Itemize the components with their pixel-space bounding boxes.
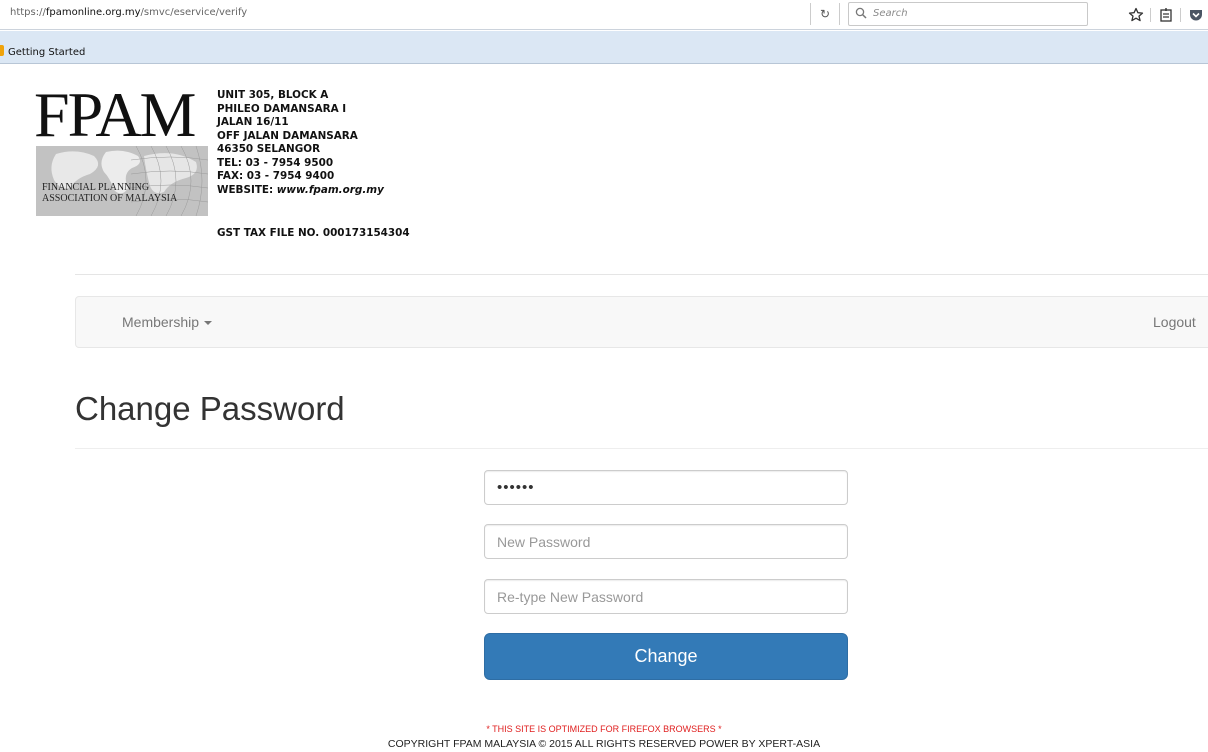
bookmarks-bar: Getting Started <box>0 31 1208 64</box>
new-password-input[interactable] <box>484 524 848 559</box>
bookmark-folder-icon <box>0 45 4 56</box>
world-map-graphic <box>36 146 208 216</box>
browser-toolbar: https://fpamonline.org.my/smvc/eservice/… <box>0 0 1208 30</box>
address-line: PHILEO DAMANSARA I <box>217 102 347 115</box>
current-password-input[interactable] <box>484 470 848 505</box>
logo-subtitle-line2: ASSOCIATION OF MALAYSIA <box>42 193 178 204</box>
reload-button[interactable]: ↻ <box>810 3 840 25</box>
bookmark-label: Getting Started <box>8 47 86 58</box>
logo-subtitle-line1: FINANCIAL PLANNING <box>42 182 150 193</box>
address-bar[interactable]: https://fpamonline.org.my/smvc/eservice/… <box>10 7 247 18</box>
search-icon <box>855 7 867 19</box>
website-line: WEBSITE: www.fpam.org.my <box>217 184 384 198</box>
address-block: UNIT 305, BLOCK A PHILEO DAMANSARA I JAL… <box>217 89 384 197</box>
page-title: Change Password <box>75 390 345 427</box>
change-password-button[interactable]: Change <box>484 633 848 680</box>
caret-down-icon <box>204 321 213 325</box>
nav-membership-label: Membership <box>122 314 200 330</box>
title-divider <box>75 448 1208 449</box>
search-placeholder: Search <box>873 8 908 19</box>
fpam-logo: FPAM FINANCIAL PLANNING ASSOCIATION OF M… <box>34 79 210 218</box>
browser-notice: * THIS SITE IS OPTIMIZED FOR FIREFOX BRO… <box>486 724 722 734</box>
nav-logout-link[interactable]: Logout <box>1153 314 1196 330</box>
address-line: UNIT 305, BLOCK A <box>217 89 329 101</box>
pocket-icon[interactable] <box>1188 7 1204 23</box>
reload-icon: ↻ <box>819 7 831 21</box>
url-scheme: https:// <box>10 7 46 18</box>
fax-line: FAX: 03 - 7954 9400 <box>217 170 335 182</box>
address-line: JALAN 16/11 <box>217 116 289 128</box>
main-navbar: Membership Logout <box>75 296 1208 348</box>
logo-wordmark: FPAM <box>34 79 196 150</box>
url-host: fpamonline.org.my <box>45 7 141 18</box>
reading-list-icon[interactable] <box>1158 7 1174 23</box>
search-box[interactable]: Search <box>848 2 1088 26</box>
phone-line: TEL: 03 - 7954 9500 <box>217 156 334 169</box>
retype-password-input[interactable] <box>484 579 848 614</box>
gst-number: GST TAX FILE NO. 000173154304 <box>217 227 410 239</box>
website-value: www.fpam.org.my <box>276 183 384 196</box>
copyright-text: COPYRIGHT FPAM MALAYSIA © 2015 ALL RIGHT… <box>387 738 821 750</box>
header-divider <box>75 274 1208 275</box>
bookmark-star-icon[interactable] <box>1128 7 1144 23</box>
world-map-image: FINANCIAL PLANNING ASSOCIATION OF MALAYS… <box>36 146 208 216</box>
toolbar-separator <box>1180 8 1181 22</box>
nav-membership-dropdown[interactable]: Membership <box>122 314 213 330</box>
toolbar-separator <box>1150 8 1151 22</box>
website-label: WEBSITE: <box>217 183 277 196</box>
bookmark-getting-started[interactable]: Getting Started <box>0 45 85 58</box>
address-line: OFF JALAN DAMANSARA <box>217 129 358 142</box>
url-path: /smvc/eservice/verify <box>140 7 248 18</box>
address-line: 46350 SELANGOR <box>217 143 321 155</box>
